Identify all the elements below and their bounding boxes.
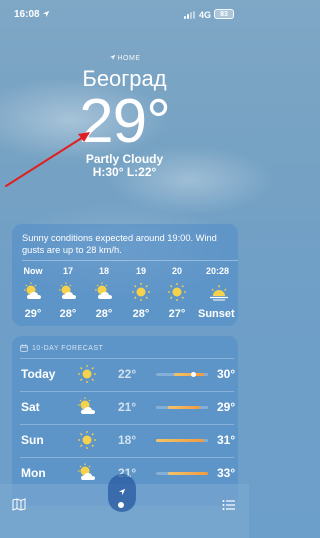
hour-time: 20:28 <box>206 266 230 276</box>
hour-time: 19 <box>135 266 146 276</box>
divider <box>20 358 234 359</box>
day-name: Today <box>21 367 56 381</box>
status-time: 16:08 <box>14 9 40 20</box>
hour-item: 20:28 Sunset <box>198 266 238 320</box>
range-fill <box>156 439 204 442</box>
day-name: Mon <box>21 466 46 480</box>
hour-temp: 29° <box>24 308 42 320</box>
low-temp: 22° <box>118 367 137 381</box>
current-temp-dot <box>191 372 196 377</box>
temperature-range-bar <box>156 372 208 377</box>
sun-icon <box>124 282 158 304</box>
status-bar: 16:08 4G 83 <box>0 0 249 28</box>
high-temp: 33° <box>217 466 236 480</box>
forecast-row[interactable]: Today 22° 30° <box>12 358 238 391</box>
divider <box>22 260 238 261</box>
temperature-range-bar <box>156 472 208 475</box>
hour-item: 17 28° <box>51 266 85 320</box>
network-type: 4G <box>199 10 212 20</box>
high-temp: 31° <box>217 433 236 447</box>
hour-temp: 28° <box>95 308 113 320</box>
location-arrow-icon <box>118 488 126 496</box>
page-dot <box>118 502 124 508</box>
hour-temp: Sunset <box>198 308 235 320</box>
range-fill <box>168 406 200 409</box>
hour-temp: 27° <box>168 308 186 320</box>
battery-icon: 83 <box>214 9 234 19</box>
partly-sunny-icon <box>78 397 95 414</box>
annotation-arrow-icon <box>5 132 90 187</box>
location-arrow-icon <box>42 10 50 18</box>
low-temp: 18° <box>118 433 137 447</box>
forecast-row[interactable]: Sun 18° 31° <box>12 424 238 457</box>
hour-temp: 28° <box>132 308 150 320</box>
partly-sunny-icon <box>78 463 95 480</box>
hour-item: Now 29° <box>16 266 50 320</box>
divider <box>20 457 234 458</box>
range-fill <box>168 472 208 475</box>
forecast-title: 10-DAY FORECAST <box>32 344 104 352</box>
day-name: Sat <box>21 400 40 414</box>
sun-icon <box>78 431 96 449</box>
day-name: Sun <box>21 433 44 447</box>
home-location-label: HOME <box>0 54 249 62</box>
sunset-icon <box>198 282 238 304</box>
low-temp: 21° <box>118 400 137 414</box>
calendar-icon <box>20 344 28 352</box>
divider <box>20 424 234 425</box>
partly-sunny-icon <box>16 282 50 304</box>
forecast-header: 10-DAY FORECAST <box>20 344 103 352</box>
high-temp: 29° <box>217 400 236 414</box>
list-icon[interactable] <box>222 499 236 511</box>
divider <box>20 391 234 392</box>
signal-icon <box>184 11 195 19</box>
hour-item: 18 28° <box>87 266 121 320</box>
location-arrow-icon <box>109 54 115 61</box>
forecast-row[interactable]: Sat 21° 29° <box>12 391 238 424</box>
hour-time: 20 <box>171 266 182 276</box>
hour-item: 20 27° <box>160 266 194 320</box>
partly-sunny-icon <box>87 282 121 304</box>
temperature-range-bar <box>156 406 208 409</box>
home-label-text: HOME <box>117 55 141 62</box>
hourly-summary: Sunny conditions expected around 19:00. … <box>22 233 217 255</box>
sun-icon <box>78 365 96 383</box>
map-icon[interactable] <box>12 498 26 511</box>
sun-icon <box>160 282 194 304</box>
hourly-forecast-card[interactable]: Sunny conditions expected around 19:00. … <box>12 224 238 326</box>
hour-time: 17 <box>62 266 73 276</box>
hour-time: Now <box>23 266 43 276</box>
range-fill <box>174 373 204 376</box>
hour-temp: 28° <box>59 308 77 320</box>
hour-item: 19 28° <box>124 266 158 320</box>
temperature-range-bar <box>156 439 208 442</box>
high-temp: 30° <box>217 367 236 381</box>
partly-sunny-icon <box>51 282 85 304</box>
hour-time: 18 <box>98 266 109 276</box>
